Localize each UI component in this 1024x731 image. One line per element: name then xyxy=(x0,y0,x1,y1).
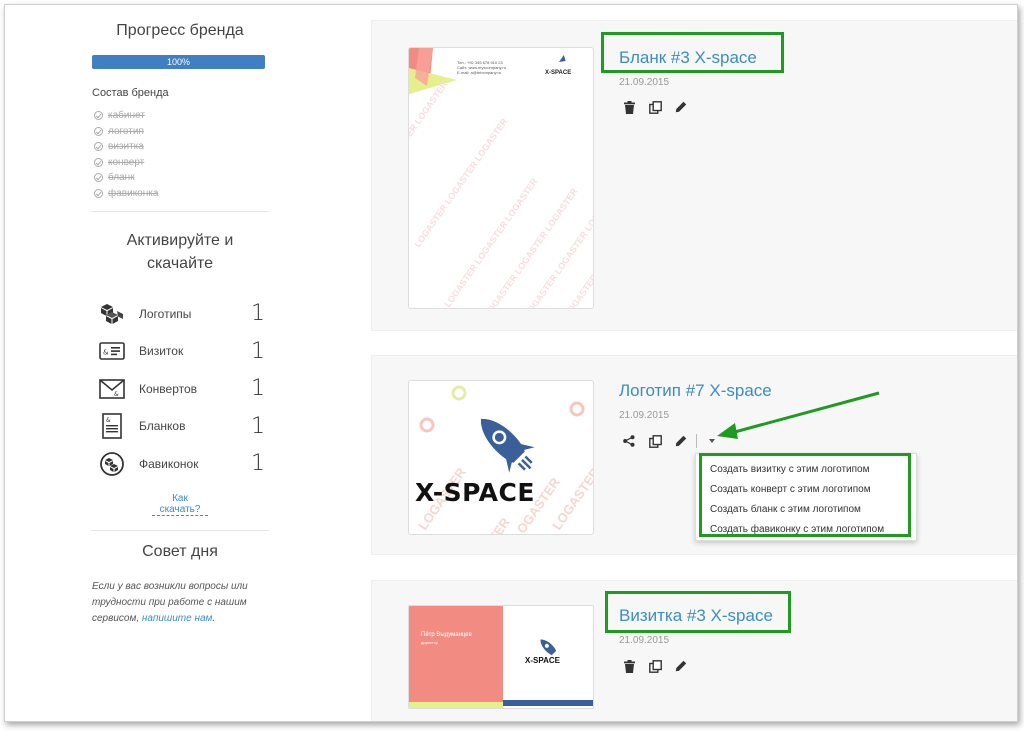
pencil-icon[interactable] xyxy=(674,100,688,114)
card-left-panel xyxy=(409,606,503,706)
stat-business-cards[interactable]: & Визиток 1 xyxy=(91,333,269,371)
card-title[interactable]: Логотип #7 X-space xyxy=(619,381,772,401)
stat-letterheads[interactable]: & Бланков 1 xyxy=(91,408,269,446)
divider xyxy=(91,211,269,212)
letterhead-contact: Тел.: +92 345 678 910 23 Сайт: www.myxco… xyxy=(457,60,506,75)
card-actions xyxy=(622,434,719,448)
progress-title: Прогресс бренда xyxy=(116,22,244,39)
highlight-box-title-3 xyxy=(605,591,791,633)
copy-icon[interactable] xyxy=(648,100,662,114)
stat-envelopes[interactable]: & Конвертов 1 xyxy=(91,370,269,408)
svg-text:LOGASTER LOGASTER: LOGASTER LOGASTER xyxy=(409,79,450,169)
highlight-box-dropdown xyxy=(699,453,911,537)
letterhead-icon: & xyxy=(97,413,127,440)
sidebar: Прогресс бренда 100% Состав бренда кабин… xyxy=(91,5,269,627)
contact-us-link[interactable]: напишите нам xyxy=(142,613,212,624)
highlight-box-title-1 xyxy=(601,32,784,73)
stat-count: 1 xyxy=(251,413,265,439)
envelope-icon: & xyxy=(97,376,127,402)
card-actions xyxy=(622,659,688,673)
check-icon xyxy=(94,188,103,198)
card-date: 21.09.2015 xyxy=(619,410,670,421)
pencil-icon[interactable] xyxy=(674,659,688,673)
check-icon xyxy=(94,157,103,167)
how-to-download-link[interactable]: Как скачать? xyxy=(152,493,208,516)
card-bottom-stripe xyxy=(503,700,593,706)
check-icon xyxy=(94,173,103,183)
check-icon xyxy=(94,126,103,136)
composition-item: конверт xyxy=(94,155,269,171)
stat-favicons[interactable]: Фавиконок 1 xyxy=(91,445,269,483)
app-window: Прогресс бренда 100% Состав бренда кабин… xyxy=(4,4,1018,722)
logo-brand-text: X-SPACE xyxy=(415,478,535,507)
card-date: 21.09.2015 xyxy=(619,635,670,646)
tip-text: Если у вас возникли вопросы или трудност… xyxy=(92,580,248,624)
svg-text:&: & xyxy=(114,391,119,398)
progress-bar: 100% xyxy=(92,55,265,69)
favicon-icon xyxy=(97,451,127,477)
card-date: 21.09.2015 xyxy=(619,77,670,88)
stat-logos[interactable]: Логотипы 1 xyxy=(91,295,269,333)
trash-icon[interactable] xyxy=(622,100,636,114)
card-bottom-stripe-left xyxy=(409,702,503,708)
download-stats: Логотипы 1 & Визиток 1 & Конвертов 1 & Б… xyxy=(91,295,269,483)
chevron-down-icon[interactable] xyxy=(705,434,719,448)
stat-count: 1 xyxy=(251,301,265,327)
trash-icon[interactable] xyxy=(622,659,636,673)
cubes-icon xyxy=(97,301,127,327)
check-icon xyxy=(94,142,103,152)
svg-text:LOGASTER: LOGASTER xyxy=(549,464,594,532)
copy-icon[interactable] xyxy=(648,659,662,673)
composition-item: кабинет xyxy=(94,108,269,124)
composition-item: логотип xyxy=(94,124,269,140)
divider xyxy=(91,529,269,531)
separator xyxy=(696,434,697,448)
stat-count: 1 xyxy=(251,451,265,477)
svg-text:&: & xyxy=(106,417,111,424)
stat-count: 1 xyxy=(251,338,265,364)
composition-item: фавиконка xyxy=(94,186,269,202)
share-icon[interactable] xyxy=(622,434,636,448)
svg-text:LOGASTER LOGASTER LOGASTER: LOGASTER LOGASTER LOGASTER xyxy=(482,186,579,309)
activate-heading: Активируйте и скачайте xyxy=(126,232,234,272)
composition-title: Состав бренда xyxy=(92,87,169,99)
composition-item: визитка xyxy=(94,139,269,155)
card-actions xyxy=(622,100,688,114)
stat-count: 1 xyxy=(251,376,265,402)
copy-icon[interactable] xyxy=(648,434,662,448)
letterhead-thumbnail[interactable]: LOGASTER LOGASTER LOGASTER LOGASTER LOGA… xyxy=(408,47,594,309)
pencil-icon[interactable] xyxy=(674,434,688,448)
svg-text:&: & xyxy=(103,349,109,357)
business-card-thumbnail[interactable]: Пётр Выдуманцев директор X-SPACE xyxy=(408,605,594,709)
composition-list: кабинет логотип визитка конверт бланк фа… xyxy=(94,108,269,201)
card-role: директор xyxy=(421,640,439,645)
check-icon xyxy=(94,111,103,121)
card-person: Пётр Выдуманцев xyxy=(421,632,472,638)
letterhead-brand: X-SPACE xyxy=(545,70,572,76)
svg-text:LOGASTER: LOGASTER xyxy=(459,514,513,535)
tip-title: Совет дня xyxy=(142,542,218,560)
business-card-icon: & xyxy=(97,338,127,364)
logo-thumbnail[interactable]: LOGASTER LOGASTER LOGASTER LOGASTER xyxy=(408,380,594,535)
card-brand: X-SPACE xyxy=(525,656,560,665)
composition-item: бланк xyxy=(94,170,269,186)
